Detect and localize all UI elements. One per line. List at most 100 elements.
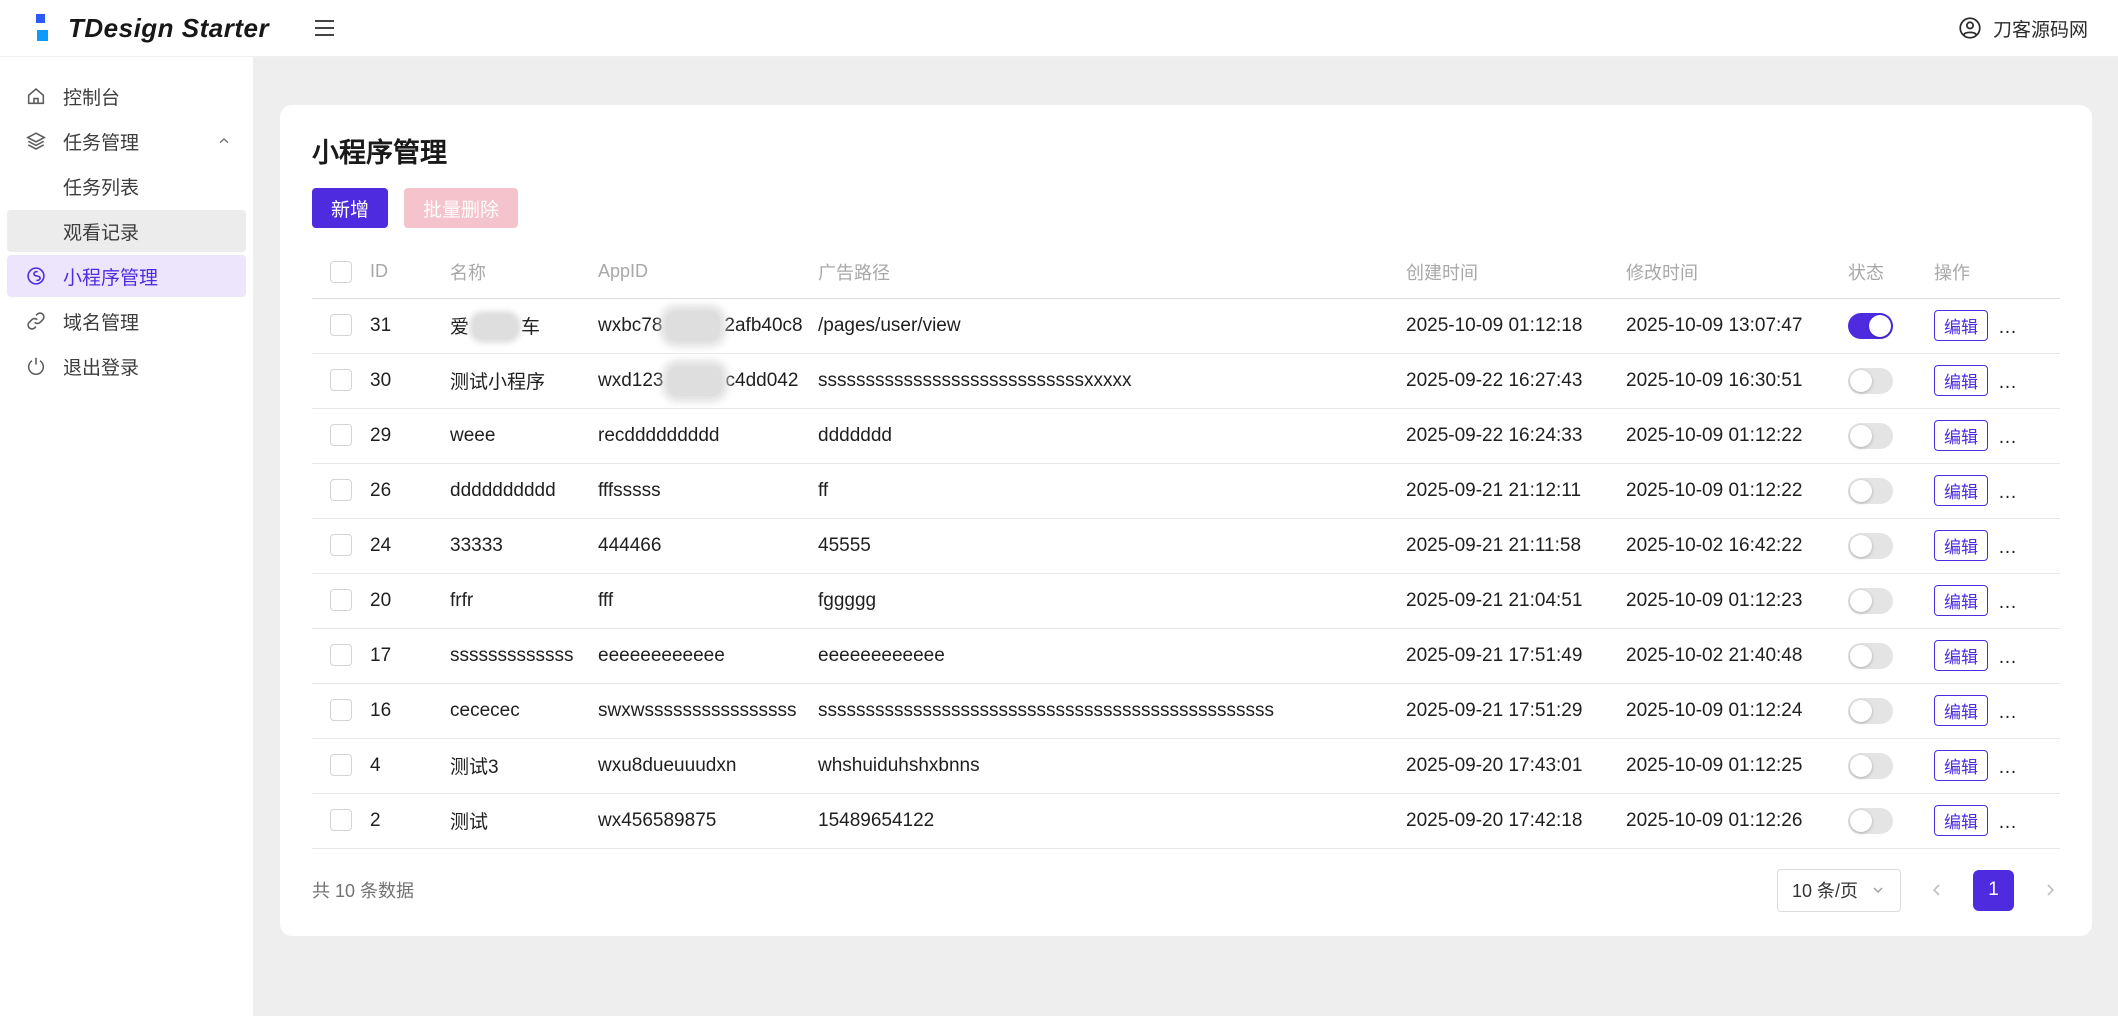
status-toggle[interactable] — [1848, 807, 1893, 834]
table-header-row: ID 名称 AppID 广告路径 创建时间 修改时间 状态 操作 — [312, 246, 2060, 299]
cell-id: 20 — [370, 573, 450, 629]
status-toggle[interactable] — [1848, 752, 1893, 779]
row-checkbox[interactable] — [330, 589, 352, 612]
cell-name: cececec — [450, 683, 598, 739]
sidebar-item-1[interactable]: 控制台 — [7, 75, 246, 117]
edit-button[interactable]: 编辑 — [1934, 310, 1988, 341]
redaction-blur — [667, 365, 722, 396]
cell-created: 2025-09-22 16:24:33 — [1406, 408, 1626, 464]
cell-name: 测试小程序 — [450, 353, 598, 409]
edit-button[interactable]: 编辑 — [1934, 420, 1988, 451]
edit-button[interactable]: 编辑 — [1934, 365, 1988, 396]
edit-button[interactable]: 编辑 — [1934, 805, 1988, 836]
table-row: 26 dddddddddd fffsssss ff 2025-09-21 21:12:1… — [312, 463, 2060, 519]
cell-path: 15489654122 — [818, 793, 1406, 849]
column-header: 名称 — [450, 246, 598, 299]
row-checkbox[interactable] — [330, 754, 352, 777]
cell-name: weee — [450, 408, 598, 464]
status-toggle[interactable] — [1848, 697, 1893, 724]
cell-created: 2025-09-22 16:27:43 — [1406, 353, 1626, 409]
table-row: 20 frfr fff fggggg 2025-09-21 21:04:51 2025-1… — [312, 573, 2060, 629]
edit-button[interactable]: 编辑 — [1934, 695, 1988, 726]
edit-button[interactable]: 编辑 — [1934, 475, 1988, 506]
cell-created: 2025-09-20 17:43:01 — [1406, 738, 1626, 794]
top-header: TDesign Starter 刀客源码网 — [0, 0, 2118, 57]
row-checkbox[interactable] — [330, 644, 352, 667]
chevron-up-icon[interactable] — [216, 133, 232, 149]
select-all-checkbox[interactable] — [330, 260, 352, 283]
status-toggle[interactable] — [1848, 642, 1893, 669]
edit-button[interactable]: 编辑 — [1934, 530, 1988, 561]
prev-page-icon[interactable] — [1927, 880, 1947, 900]
sidebar-item-2[interactable]: 任务管理 — [7, 120, 246, 162]
edit-button[interactable]: 编辑 — [1934, 640, 1988, 671]
cell-created: 2025-09-21 17:51:29 — [1406, 683, 1626, 739]
cell-created: 2025-09-20 17:42:18 — [1406, 793, 1626, 849]
cell-modified: 2025-10-09 01:12:22 — [1626, 408, 1848, 464]
row-checkbox[interactable] — [330, 314, 352, 337]
row-checkbox[interactable] — [330, 809, 352, 832]
current-page[interactable]: 1 — [1973, 869, 2014, 911]
table-row: 2 测试 wx456589875 15489654122 2025-09-20 17:4… — [312, 793, 2060, 849]
toolbar: 新增 批量删除 — [312, 188, 2060, 228]
sidebar-item-4[interactable]: 观看记录 — [7, 210, 246, 252]
main-area: 小程序管理 新增 批量删除 ID 名称 AppID 广告路径 创建时间 修改时间 状态 操作 … — [253, 57, 2118, 1016]
page-size-select[interactable]: 10 条/页 — [1776, 868, 1901, 912]
home-icon — [24, 84, 48, 108]
edit-button[interactable]: 编辑 — [1934, 750, 1988, 781]
cell-appid: wxd123 c4dd042 — [598, 353, 818, 409]
cell-path: whshuiduhshxbnns — [818, 738, 1406, 794]
cell-path: ssssssssssssssssssssssssssssxxxxx — [818, 353, 1406, 409]
user-avatar-icon — [1957, 15, 1983, 41]
cell-id: 31 — [370, 298, 450, 354]
cell-appid: 444466 — [598, 518, 818, 574]
status-toggle[interactable] — [1848, 367, 1893, 394]
status-toggle[interactable] — [1848, 477, 1893, 504]
cell-name: 测试 — [450, 793, 598, 849]
row-checkbox[interactable] — [330, 424, 352, 447]
redaction-blur — [666, 310, 721, 341]
cell-appid: eeeeeeeeeeee — [598, 628, 818, 684]
pagination: 10 条/页 1 — [1776, 868, 2060, 912]
table-row: 30 测试小程序 wxd123 c4dd042 ssssssssssssssssssss… — [312, 353, 2060, 409]
cell-created: 2025-09-21 21:11:58 — [1406, 518, 1626, 574]
edit-button[interactable]: 编辑 — [1934, 585, 1988, 616]
sidebar-item-6[interactable]: 域名管理 — [7, 300, 246, 342]
cell-appid: wxu8dueuuudxn — [598, 738, 818, 794]
sidebar-item-label: 小程序管理 — [63, 267, 159, 289]
next-page-icon[interactable] — [2040, 880, 2060, 900]
menu-collapse-icon[interactable] — [311, 16, 338, 40]
cell-id: 2 — [370, 793, 450, 849]
sidebar-item-5[interactable]: 小程序管理 — [7, 255, 246, 297]
row-checkbox[interactable] — [330, 699, 352, 722]
link-icon — [24, 309, 48, 333]
status-toggle[interactable] — [1848, 312, 1893, 339]
status-toggle[interactable] — [1848, 422, 1893, 449]
sidebar-item-label: 控制台 — [63, 87, 121, 109]
sidebar-item-7[interactable]: 退出登录 — [7, 345, 246, 387]
column-header: 广告路径 — [818, 246, 1406, 299]
column-header: AppID — [598, 246, 818, 299]
row-checkbox[interactable] — [330, 534, 352, 557]
chevron-down-icon — [1870, 882, 1886, 898]
cell-name: 测试3 — [450, 738, 598, 794]
cell-created: 2025-09-21 17:51:49 — [1406, 628, 1626, 684]
row-checkbox[interactable] — [330, 369, 352, 392]
user-menu[interactable]: 刀客源码网 — [1957, 15, 2088, 42]
add-button[interactable]: 新增 — [312, 188, 389, 228]
cell-name: frfr — [450, 573, 598, 629]
cell-modified: 2025-10-09 16:30:51 — [1626, 353, 1848, 409]
column-header: 创建时间 — [1406, 246, 1626, 299]
cell-path: eeeeeeeeeeee — [818, 628, 1406, 684]
app-logo[interactable]: TDesign Starter — [30, 11, 269, 45]
status-toggle[interactable] — [1848, 532, 1893, 559]
content-card: 小程序管理 新增 批量删除 ID 名称 AppID 广告路径 创建时间 修改时间 状态 操作 … — [280, 105, 2092, 936]
row-checkbox[interactable] — [330, 479, 352, 502]
logo-text: TDesign Starter — [68, 12, 270, 43]
batch-delete-button[interactable]: 批量删除 — [404, 188, 519, 228]
cell-appid: fff — [598, 573, 818, 629]
cell-path: fggggg — [818, 573, 1406, 629]
status-toggle[interactable] — [1848, 587, 1893, 614]
sidebar-item-3[interactable]: 任务列表 — [7, 165, 246, 207]
cell-name: sssssssssssss — [450, 628, 598, 684]
